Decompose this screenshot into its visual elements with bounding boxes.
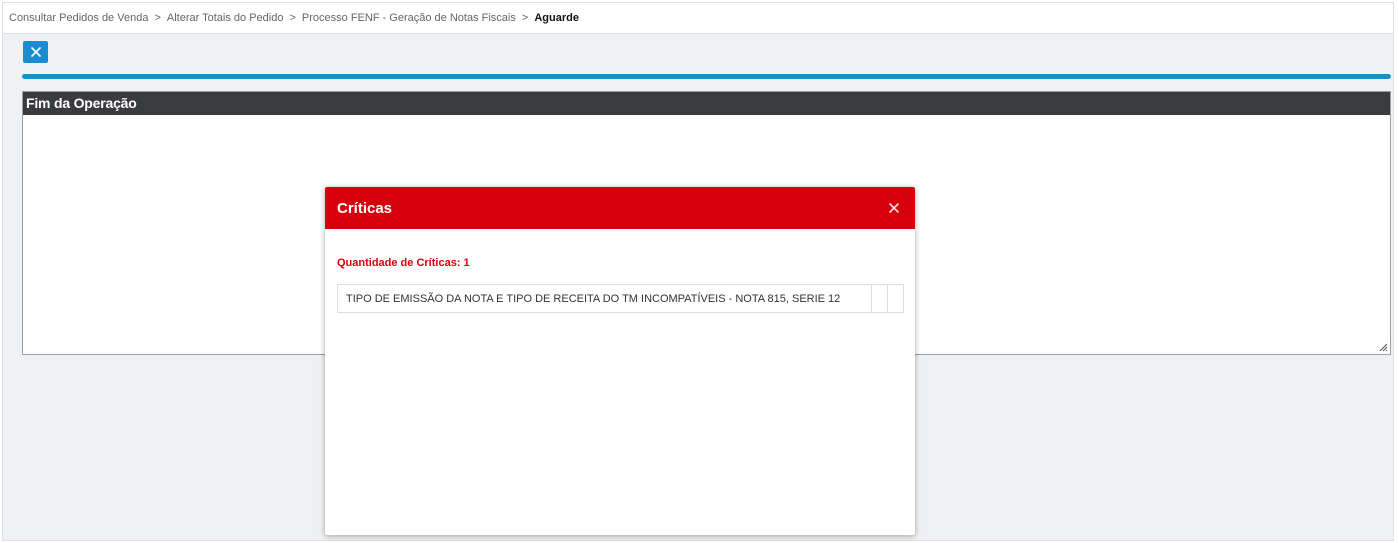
breadcrumb-separator: >	[154, 12, 161, 24]
critica-message: TIPO DE EMISSÃO DA NOTA E TIPO DE RECEIT…	[337, 284, 872, 313]
breadcrumb-current: Aguarde	[534, 12, 579, 24]
dialog-title: Críticas	[337, 199, 393, 217]
dialog-header: Críticas	[325, 187, 915, 229]
progress-bar	[22, 74, 1391, 79]
breadcrumb-separator: >	[521, 12, 529, 24]
breadcrumb-separator: >	[289, 12, 296, 24]
table-row[interactable]: TIPO DE EMISSÃO DA NOTA E TIPO DE RECEIT…	[337, 284, 904, 313]
close-icon	[30, 47, 41, 57]
dialog-close-button[interactable]	[889, 201, 903, 215]
criticas-count: Quantidade de Críticas: 1	[337, 257, 470, 269]
panel-title: Fim da Operação	[23, 92, 1390, 115]
resize-grip-icon[interactable]	[1379, 343, 1388, 352]
progress-fill	[22, 74, 1391, 79]
criticas-table: TIPO DE EMISSÃO DA NOTA E TIPO DE RECEIT…	[337, 284, 904, 313]
close-icon	[889, 203, 899, 213]
page: Consultar Pedidos de Venda > Alterar Tot…	[2, 2, 1394, 541]
criticas-dialog: Críticas Quantidade de Críticas: 1 TIPO …	[325, 187, 915, 535]
breadcrumb-item-alterar-totais[interactable]: Alterar Totais do Pedido	[167, 12, 284, 24]
table-cell-empty	[887, 284, 904, 313]
breadcrumb-item-consultar-pedidos[interactable]: Consultar Pedidos de Venda	[9, 12, 148, 24]
breadcrumb: Consultar Pedidos de Venda > Alterar Tot…	[3, 3, 1393, 34]
table-cell-empty	[871, 284, 888, 313]
breadcrumb-item-processo-fenf[interactable]: Processo FENF - Geração de Notas Fiscais	[302, 12, 516, 24]
close-button[interactable]	[23, 41, 48, 63]
